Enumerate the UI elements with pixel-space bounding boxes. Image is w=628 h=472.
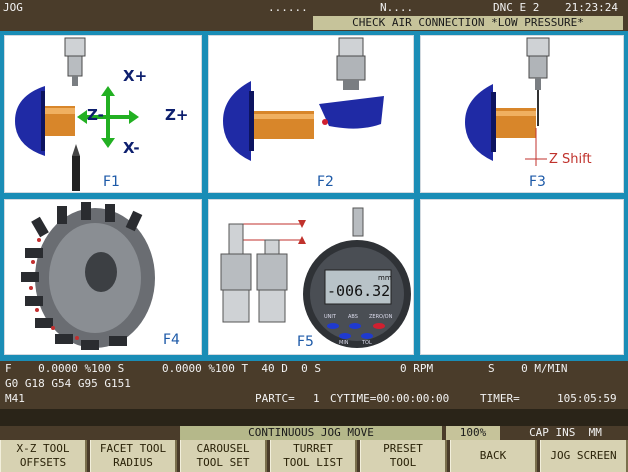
z-minus-label: Z- (87, 106, 104, 124)
softkey-bar: X-Z TOOL OFFSETS FACET TOOL RADIUS CAROU… (0, 440, 628, 472)
gauge-button-tol: TOL (362, 340, 372, 346)
gauge-button-min: MIN (339, 340, 349, 346)
facet-tool-radius-button[interactable]: FACET TOOL RADIUS (90, 440, 177, 472)
panel-f4-label: F4 (163, 332, 180, 348)
turret-tool-list-button[interactable]: TURRET TOOL LIST (270, 440, 357, 472)
gauge-button-abs: ABS (348, 314, 358, 320)
panel-f1-jog-axes[interactable]: X+ X- Z- Z+ F1 (4, 35, 202, 193)
feed-readout: F 0.0000 %100 S (5, 362, 125, 375)
cycle-time: CYTIME=00:00:00:00 (330, 392, 450, 405)
tool-holder-right-icon (256, 239, 288, 323)
parts-counter-value: 1 (313, 392, 320, 405)
dnc-indicator: DNC E 2 (493, 1, 540, 14)
jog-screen-button[interactable]: JOG SCREEN (540, 440, 628, 472)
surface-speed-readout: S 0 M/MIN (488, 362, 568, 375)
panel-f4-carousel[interactable]: F4 (4, 199, 202, 355)
xz-tool-offsets-button[interactable]: X-Z TOOL OFFSETS (0, 440, 87, 472)
status-dots: ...... (268, 1, 308, 14)
softkey-line2: RADIUS (113, 456, 153, 469)
tool-holder-left-icon (220, 223, 252, 323)
alarm-message: CHECK AIR CONNECTION *LOW PRESSURE* (313, 16, 623, 30)
softkey-line1: PRESET (383, 442, 423, 455)
alarm-bar: CHECK AIR CONNECTION *LOW PRESSURE* (0, 15, 628, 31)
z-plus-label: Z+ (165, 106, 189, 124)
g-codes: G0 G18 G54 G95 G151 (5, 377, 131, 390)
panel-f6-empty[interactable] (420, 199, 624, 355)
panel-f5-preset[interactable]: mm -006.32 UNIT ABS ZERO/ON MIN TOL F5 (208, 199, 414, 355)
softkey-label: JOG SCREEN (550, 449, 617, 462)
rpm-readout: 0 RPM (400, 362, 434, 375)
chuck-icon (223, 81, 251, 161)
machine-status: F 0.0000 %100 S 0.0000 %100 T 40 D 0 S 0… (0, 361, 628, 409)
panel-f3-z-shift[interactable]: Z Shift F3 (420, 35, 624, 193)
softkey-line2: TOOL (389, 456, 417, 469)
preset-tool-button[interactable]: PRESET TOOL (360, 440, 447, 472)
facet-probe-icon (319, 96, 384, 129)
softkey-line1: FACET TOOL (99, 442, 167, 455)
panel-f3-label: F3 (529, 174, 546, 190)
timer-value: 105:05:59 (557, 392, 617, 405)
gauge-button-zero: ZERO/ON (369, 314, 393, 320)
gauge-reading: -006.32 (327, 282, 391, 300)
gauge-button-unit: UNIT (324, 314, 336, 320)
chuck-icon (15, 86, 45, 156)
program-indicator: N.... (380, 1, 414, 14)
parts-counter-label: PARTC= (255, 392, 295, 405)
m-code: M41 (5, 392, 25, 405)
mode-indicator: JOG (3, 1, 23, 14)
status-bar: JOG ...... N.... DNC E 2 21:23:24 (0, 0, 628, 15)
message-line (0, 409, 628, 426)
softkey-line2: OFFSETS (19, 456, 67, 469)
timer-label: TIMER= (480, 392, 520, 405)
back-button[interactable]: BACK (450, 440, 537, 472)
softkey-line1: X-Z TOOL (16, 442, 70, 455)
facet-probe-illustration (223, 37, 384, 161)
softkey-line1: TURRET (293, 442, 333, 455)
x-plus-label: X+ (123, 67, 148, 85)
tool-setup-panels: X+ X- Z- Z+ F1 F2 Z Shift F3 F4 mm -006.… (0, 31, 628, 361)
panel-f5-label: F5 (297, 334, 314, 350)
softkey-line2: TOOL SET (196, 456, 250, 469)
override-percent: 100% (446, 426, 500, 440)
gauge-unit: mm (378, 274, 392, 282)
mode-bar: CONTINUOUS JOG MOVE 100% CAP INS MM (0, 426, 628, 440)
spindle-readout: 0.0000 %100 T 40 D 0 S (162, 362, 321, 375)
clock: 21:23:24 (565, 1, 618, 14)
jog-mode-label: CONTINUOUS JOG MOVE (180, 426, 442, 440)
status-indicators: CAP INS MM (503, 426, 628, 440)
chuck-icon (465, 84, 493, 161)
z-shift-illustration (465, 37, 550, 166)
panel-f2-facet-tool[interactable]: F2 (208, 35, 414, 193)
x-minus-label: X- (123, 139, 140, 157)
softkey-line1: CAROUSEL (196, 442, 250, 455)
softkey-line2: TOOL LIST (283, 456, 343, 469)
carousel-tool-set-button[interactable]: CAROUSEL TOOL SET (180, 440, 267, 472)
panel-f1-label: F1 (103, 174, 120, 190)
softkey-label: BACK (479, 449, 507, 462)
z-shift-label: Z Shift (549, 152, 592, 167)
panel-f2-label: F2 (317, 174, 334, 190)
